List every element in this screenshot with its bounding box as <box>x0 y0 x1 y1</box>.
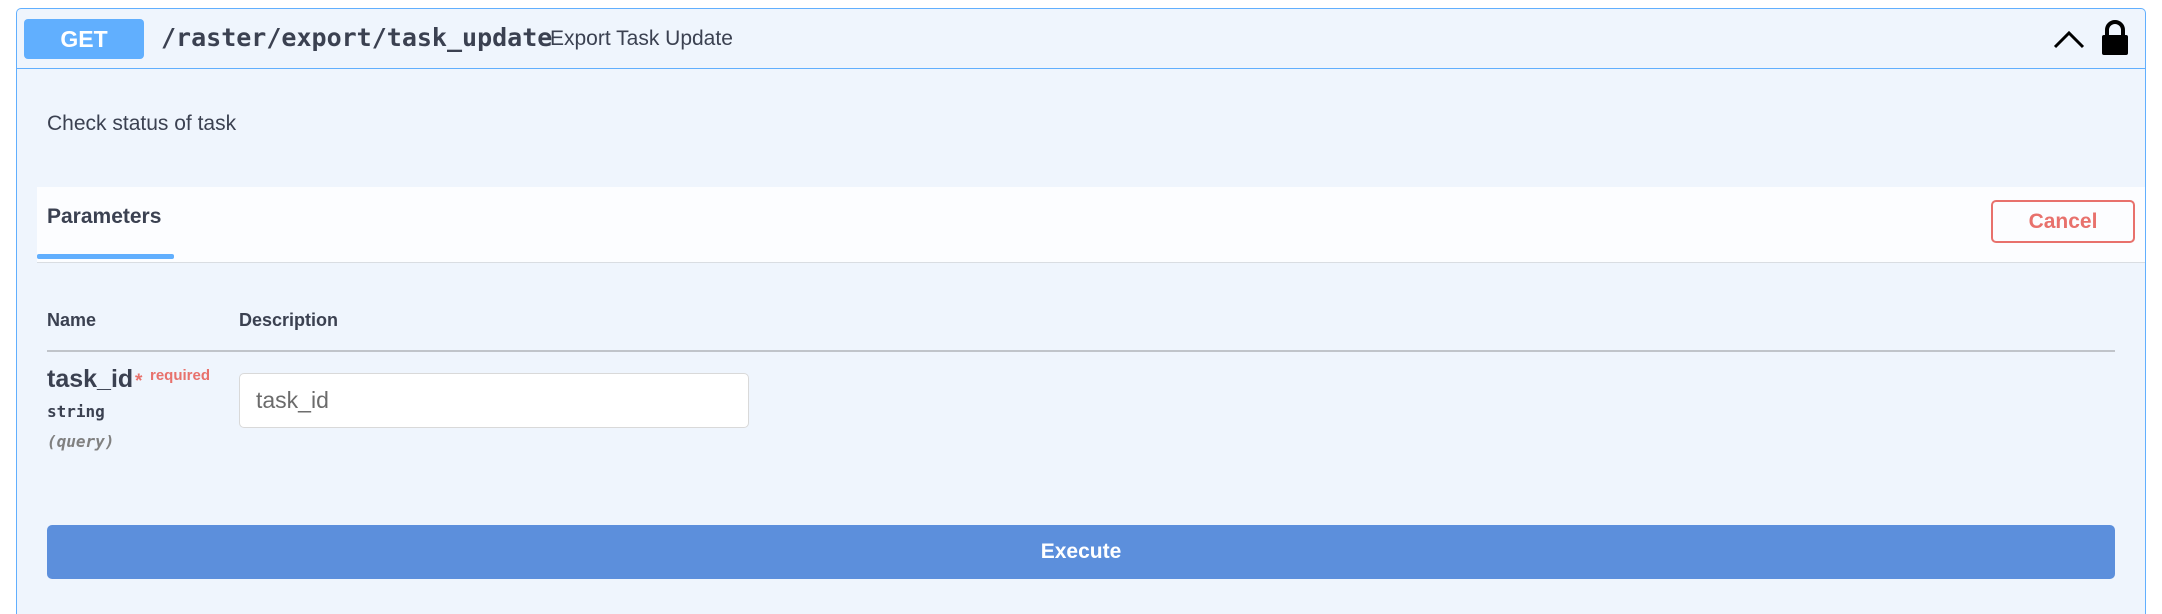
chevron-up-icon[interactable] <box>2052 27 2086 51</box>
operation-description: Check status of task <box>47 112 237 135</box>
task-id-input[interactable] <box>239 373 749 428</box>
required-label: required <box>150 367 211 384</box>
operation-summary[interactable]: GET /raster/export/task_update Export Ta… <box>17 9 2145 69</box>
table-divider <box>47 350 2115 352</box>
method-badge: GET <box>24 19 144 59</box>
tab-parameters[interactable]: Parameters <box>47 205 161 229</box>
tab-active-indicator <box>37 254 174 259</box>
parameter-location: (query) <box>47 432 115 451</box>
parameter-type: string <box>47 402 105 421</box>
parameter-name: task_id <box>47 365 134 393</box>
operation-block: GET /raster/export/task_update Export Ta… <box>16 8 2146 614</box>
cancel-button[interactable]: Cancel <box>1991 200 2135 243</box>
parameters-header: Parameters Cancel <box>37 187 2145 263</box>
execute-button[interactable]: Execute <box>47 525 2115 579</box>
lock-icon[interactable] <box>2100 20 2130 56</box>
column-header-description: Description <box>239 310 339 330</box>
endpoint-path: /raster/export/task_update <box>161 23 553 52</box>
column-header-name: Name <box>47 310 97 330</box>
required-marker: * <box>135 371 143 392</box>
operation-summary-text: Export Task Update <box>550 27 733 50</box>
